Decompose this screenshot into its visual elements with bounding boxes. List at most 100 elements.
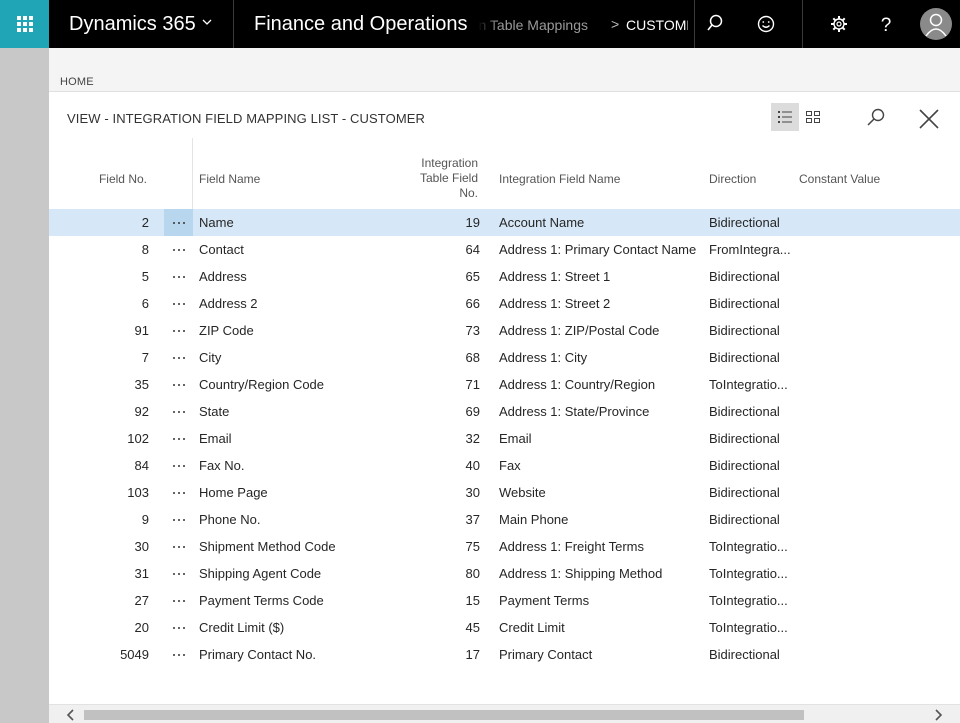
row-actions-button[interactable] (164, 452, 193, 479)
row-actions-button[interactable] (164, 560, 193, 587)
brand-label[interactable]: Dynamics 365 (69, 13, 196, 36)
cell-field-no: 84 (134, 458, 149, 473)
column-header-field-name[interactable]: Field Name (199, 172, 260, 187)
table-row[interactable]: 27 Payment Terms Code 15 Payment Terms ToInt… (49, 587, 960, 614)
table-row[interactable]: 102 Email 32 Email Bidirectional (49, 425, 960, 452)
cell-integration-field-no: 64 (465, 242, 480, 257)
column-header-integration-field-no[interactable]: Integration Table Field No. (398, 156, 478, 201)
close-icon[interactable] (917, 107, 941, 131)
table-row[interactable]: 92 State 69 Address 1: State/Province Bidire… (49, 398, 960, 425)
page-title: VIEW - INTEGRATION FIELD MAPPING LIST - … (67, 111, 426, 126)
search-icon[interactable] (706, 12, 730, 36)
tile-view-icon (806, 111, 820, 123)
help-icon[interactable]: ? (874, 12, 898, 36)
header-line: Integration (421, 156, 478, 170)
chevron-right-icon[interactable] (931, 708, 945, 722)
table-row[interactable]: 9 Phone No. 37 Main Phone Bidirectional (49, 506, 960, 533)
cell-integration-field-no: 17 (465, 647, 480, 662)
table-row[interactable]: 31 Shipping Agent Code 80 Address 1: Shippi… (49, 560, 960, 587)
cell-direction: Bidirectional (709, 458, 780, 473)
cell-field-name: City (199, 350, 222, 365)
row-actions-button[interactable] (164, 344, 193, 371)
cell-field-no: 7 (141, 350, 149, 365)
cell-integration-field-no: 66 (465, 296, 480, 311)
table-row[interactable]: 91 ZIP Code 73 Address 1: ZIP/Postal Code Bi… (49, 317, 960, 344)
more-icon (172, 464, 185, 467)
svg-text:?: ? (881, 15, 892, 36)
row-actions-button[interactable] (164, 506, 193, 533)
row-actions-button[interactable] (164, 614, 193, 641)
table-row[interactable]: 20 Credit Limit ($) 45 Credit Limit ToIntegr… (49, 614, 960, 641)
row-actions-button[interactable] (164, 236, 193, 263)
avatar[interactable] (920, 8, 952, 40)
cell-integration-field-name: Fax (499, 458, 521, 473)
cell-field-name: Contact (199, 242, 244, 257)
gear-icon[interactable] (827, 12, 851, 36)
cell-field-name: Shipment Method Code (199, 539, 336, 554)
cell-field-no: 5049 (120, 647, 149, 662)
field-mapping-table: 2 Name 19 Account Name Bidirectional 8 Contact… (49, 209, 960, 668)
cell-integration-field-no: 73 (465, 323, 480, 338)
cell-field-no: 9 (141, 512, 149, 527)
table-row[interactable]: 2 Name 19 Account Name Bidirectional (49, 209, 960, 236)
more-icon (172, 599, 185, 602)
row-actions-button[interactable] (164, 209, 193, 236)
row-actions-button[interactable] (164, 425, 193, 452)
column-header-direction[interactable]: Direction (709, 172, 756, 187)
home-tab[interactable]: HOME (60, 76, 94, 88)
table-row[interactable]: 84 Fax No. 40 Fax Bidirectional (49, 452, 960, 479)
smiley-icon[interactable] (754, 12, 778, 36)
cell-field-no: 91 (134, 323, 149, 338)
chevron-left-icon[interactable] (64, 708, 78, 722)
cell-integration-field-no: 40 (465, 458, 480, 473)
row-actions-button[interactable] (164, 479, 193, 506)
horizontal-scrollbar[interactable] (49, 704, 960, 723)
table-row[interactable]: 35 Country/Region Code 71 Address 1: Countr… (49, 371, 960, 398)
cell-integration-field-no: 15 (465, 593, 480, 608)
cell-field-no: 20 (134, 620, 149, 635)
column-header-constant-value[interactable]: Constant Value (799, 172, 880, 187)
list-view-button[interactable] (771, 103, 799, 131)
left-gutter (0, 48, 49, 723)
table-row[interactable]: 5049 Primary Contact No. 17 Primary Contact… (49, 641, 960, 668)
search-icon[interactable] (864, 106, 888, 130)
cell-integration-field-name: Email (499, 431, 532, 446)
table-row[interactable]: 6 Address 2 66 Address 1: Street 2 Bidirecti… (49, 290, 960, 317)
row-actions-button[interactable] (164, 290, 193, 317)
table-row[interactable]: 103 Home Page 30 Website Bidirectional (49, 479, 960, 506)
row-actions-button[interactable] (164, 587, 193, 614)
cell-field-name: Fax No. (199, 458, 245, 473)
row-actions-button[interactable] (164, 263, 193, 290)
cell-integration-field-name: Address 1: Freight Terms (499, 539, 644, 554)
row-actions-button[interactable] (164, 533, 193, 560)
header-line: No. (459, 186, 478, 200)
column-header-integration-field-name[interactable]: Integration Field Name (499, 172, 620, 187)
scrollbar-thumb[interactable] (84, 710, 804, 720)
row-actions-button[interactable] (164, 371, 193, 398)
row-actions-button[interactable] (164, 317, 193, 344)
cell-field-name: Email (199, 431, 232, 446)
cell-field-name: Home Page (199, 485, 268, 500)
cell-integration-field-name: Address 1: Street 1 (499, 269, 611, 284)
breadcrumb-current: CUSTOMER (626, 17, 688, 33)
breadcrumb: Integration Table Mappings > CUSTOMER (478, 0, 688, 48)
cell-integration-field-name: Credit Limit (499, 620, 565, 635)
table-row[interactable]: 8 Contact 64 Address 1: Primary Contact Nam… (49, 236, 960, 263)
list-view-icon (778, 111, 792, 123)
divider (694, 0, 695, 48)
table-row[interactable]: 30 Shipment Method Code 75 Address 1: Freig… (49, 533, 960, 560)
table-row[interactable]: 5 Address 65 Address 1: Street 1 Bidirection… (49, 263, 960, 290)
row-actions-button[interactable] (164, 398, 193, 425)
app-launcher-button[interactable] (0, 0, 49, 48)
cell-field-no: 35 (134, 377, 149, 392)
cell-field-no: 2 (141, 215, 149, 230)
cell-direction: Bidirectional (709, 269, 780, 284)
table-row[interactable]: 7 City 68 Address 1: City Bidirectional (49, 344, 960, 371)
row-actions-button[interactable] (164, 641, 193, 668)
column-header-field-no[interactable]: Field No. (90, 172, 147, 187)
cell-direction: Bidirectional (709, 215, 780, 230)
chevron-down-icon[interactable] (200, 15, 214, 29)
tile-view-button[interactable] (799, 103, 827, 131)
cell-direction: Bidirectional (709, 404, 780, 419)
cell-direction: FromIntegra... (709, 242, 791, 257)
